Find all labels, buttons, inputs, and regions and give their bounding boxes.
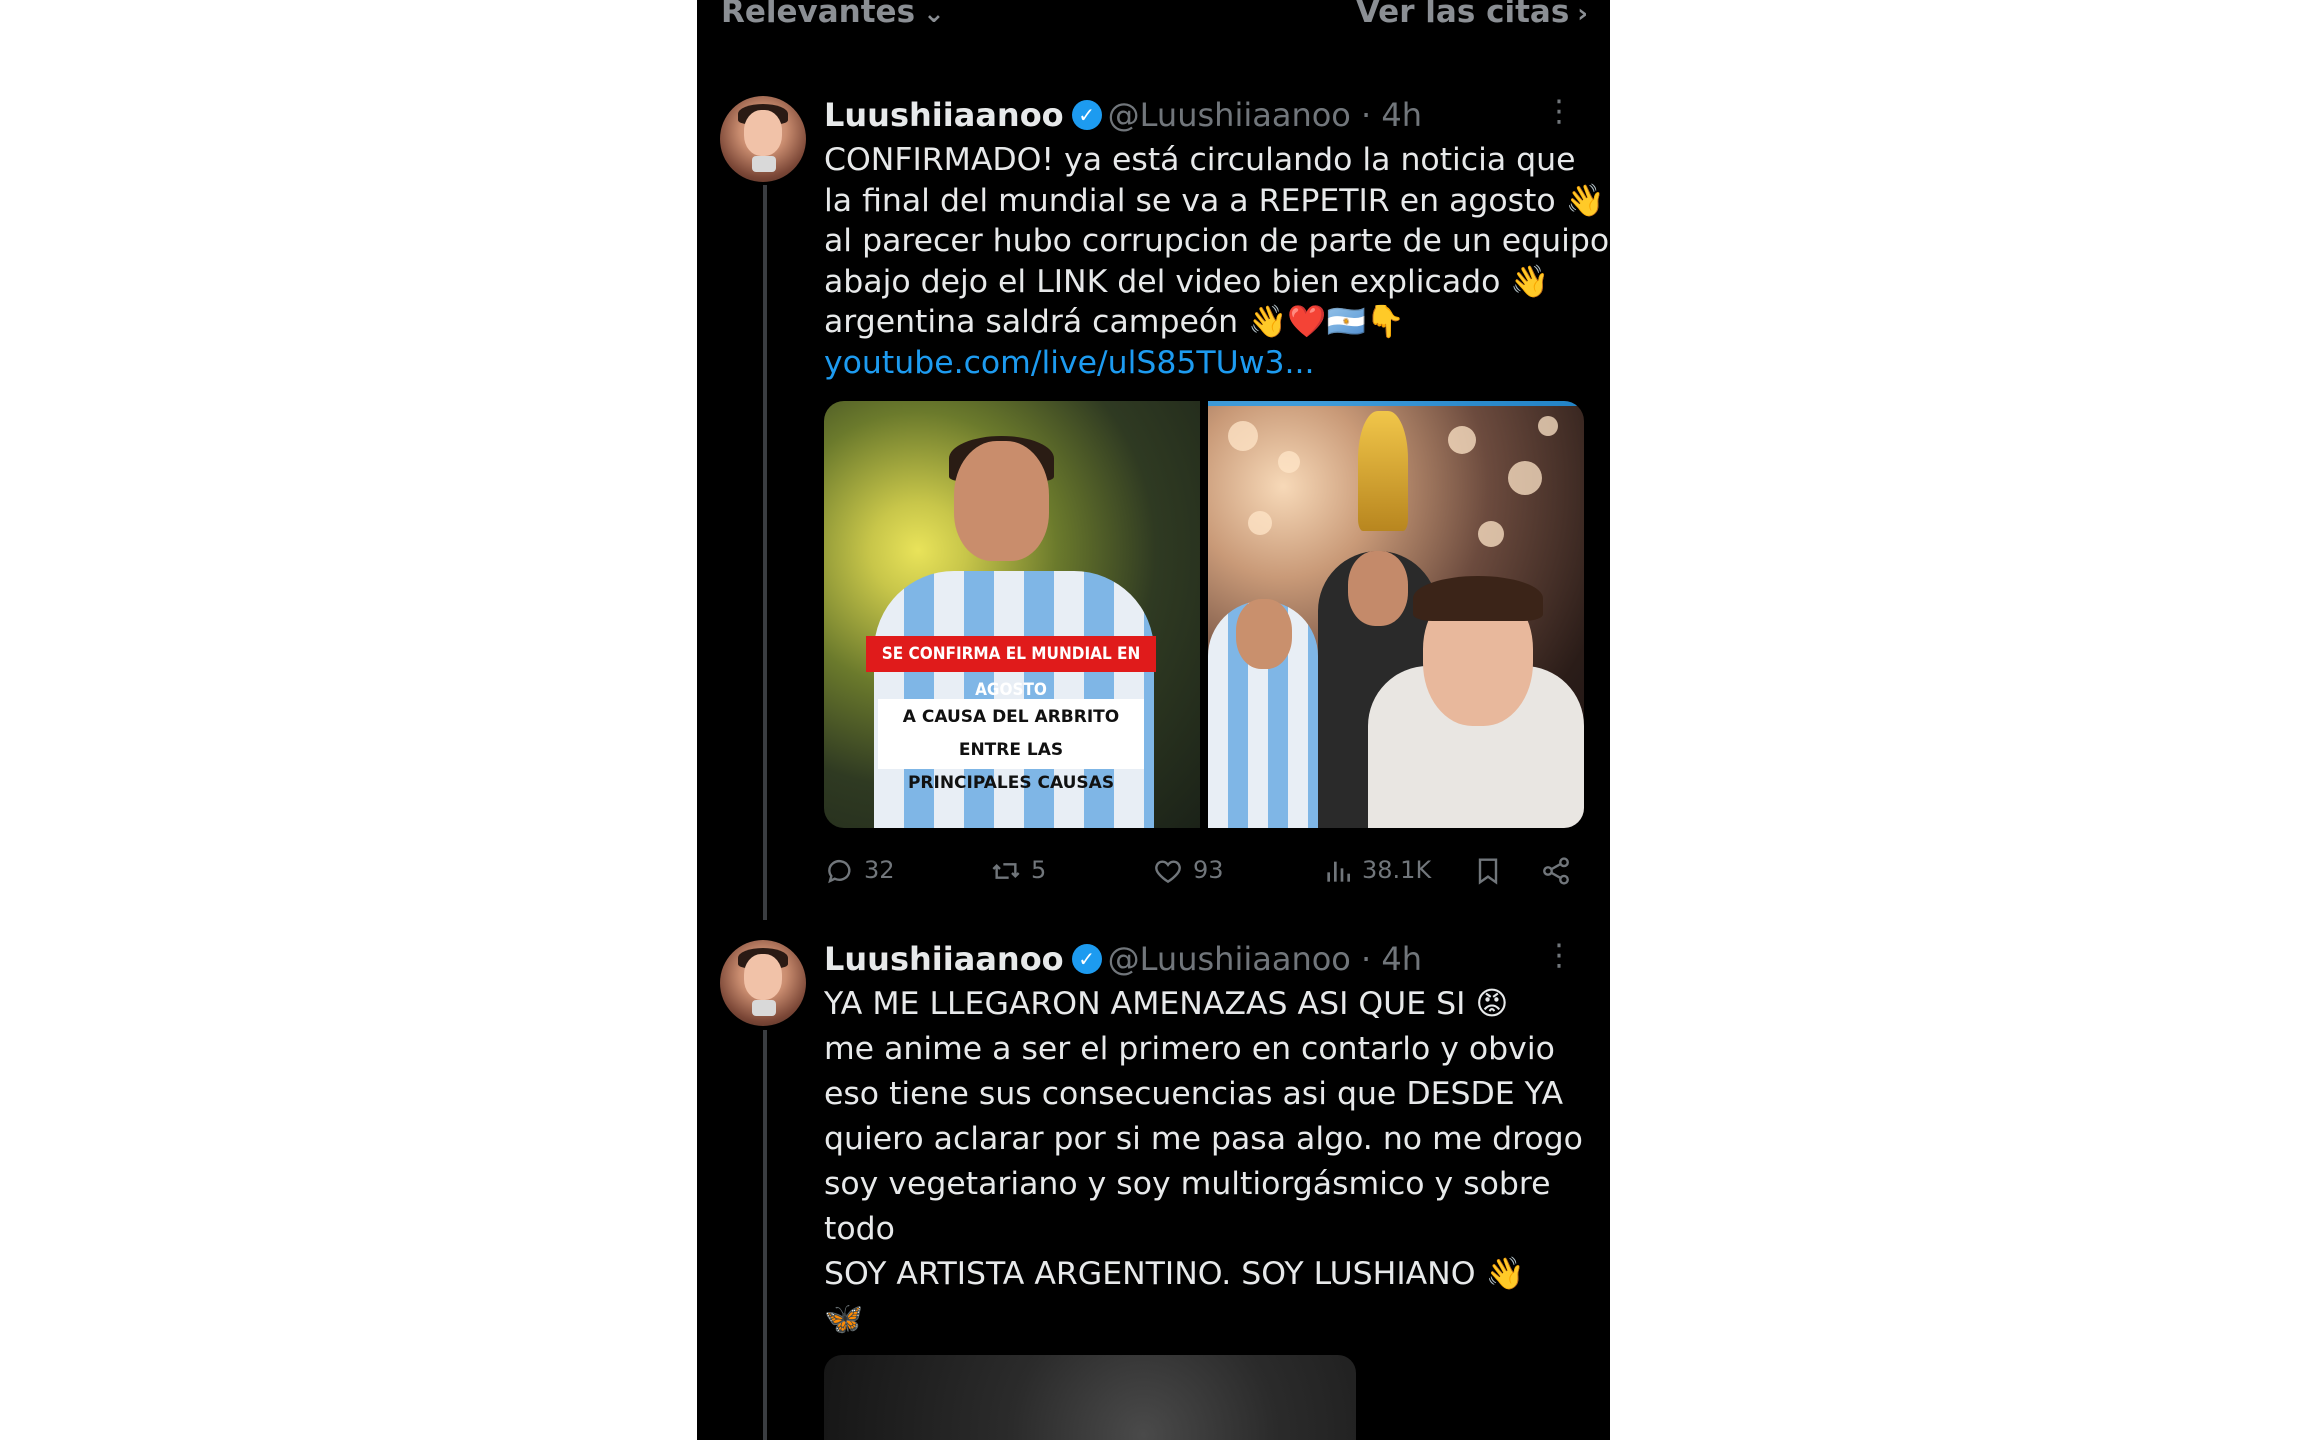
image-caption-line: A CAUSA DEL ARBRITO ENTRE LAS [902, 707, 1120, 760]
tweet-line: quiero aclarar por si me pasa algo. no m… [824, 1121, 1583, 1157]
image-banner-text: SE CONFIRMA EL MUNDIAL EN AGOSTO [866, 636, 1156, 700]
thread-line [763, 185, 767, 920]
tweet-media[interactable]: SE CONFIRMA EL MUNDIAL EN AGOSTO A CAUSA… [824, 401, 1584, 828]
bookmark-icon [1478, 858, 1498, 885]
like-count: 93 [1193, 856, 1224, 884]
repost-icon [992, 863, 1020, 879]
heart-icon [1155, 860, 1181, 884]
tweet-line: al parecer hubo corrupcion de parte de u… [824, 223, 1610, 259]
tweet-header: Luushiiaanoo ✓ @Luushiiaanoo · 4h [824, 940, 1422, 980]
verified-badge-icon: ✓ [1071, 100, 1102, 130]
more-options-icon[interactable]: ⋮ [1544, 94, 1574, 129]
views-button[interactable]: 38.1K [1322, 850, 1431, 890]
author-name[interactable]: Luushiiaanoo [824, 96, 1064, 134]
replies-header: Relevantes ⌄ Ver las citas › [697, 0, 1610, 40]
bookmark-button[interactable] [1472, 850, 1512, 890]
reply-icon [828, 859, 851, 884]
media-image-right[interactable] [1208, 401, 1584, 828]
sort-label: Relevantes [721, 0, 916, 30]
tweet-line: YA ME LLEGARON AMENAZAS ASI QUE SI 😡 [824, 986, 1509, 1022]
tweet-line: me anime a ser el primero en contarlo y … [824, 1031, 1555, 1067]
tweet-line: 🦋 [824, 1301, 864, 1337]
tweet-text: CONFIRMADO! ya está circulando la notici… [824, 140, 1610, 384]
tweet-line: abajo dejo el LINK del video bien explic… [824, 263, 1550, 300]
reply-button[interactable]: 32 [824, 850, 895, 890]
media-image-left[interactable]: SE CONFIRMA EL MUNDIAL EN AGOSTO A CAUSA… [824, 401, 1200, 828]
more-options-icon[interactable]: ⋮ [1544, 938, 1574, 973]
chevron-down-icon: ⌄ [923, 0, 945, 29]
reply-count: 32 [864, 856, 895, 884]
author-name[interactable]: Luushiiaanoo [824, 940, 1064, 978]
tweet-text: YA ME LLEGARON AMENAZAS ASI QUE SI 😡 me … [824, 982, 1594, 1342]
view-quotes-label: Ver las citas [1355, 0, 1570, 30]
chevron-right-icon: › [1577, 0, 1588, 29]
tweet-media[interactable] [824, 1355, 1356, 1440]
share-button[interactable] [1539, 850, 1581, 890]
like-button[interactable]: 93 [1151, 850, 1224, 890]
tweet-line: la final del mundial se va a REPETIR en … [824, 182, 1605, 219]
tweet-line: todo [824, 1211, 895, 1247]
avatar[interactable] [720, 940, 806, 1026]
share-icon [1543, 857, 1569, 885]
view-quotes-link[interactable]: Ver las citas › [1356, 0, 1588, 30]
tweet-actions: 32 5 93 38.1K [824, 850, 1584, 890]
timestamp[interactable]: 4h [1381, 96, 1422, 134]
tweet-line: soy vegetariano y soy multiorgásmico y s… [824, 1166, 1551, 1202]
author-handle[interactable]: @Luushiiaanoo [1108, 96, 1351, 134]
repost-button[interactable]: 5 [989, 850, 1046, 890]
tweet-line: eso tiene sus consecuencias asi que DESD… [824, 1076, 1563, 1112]
views-count: 38.1K [1362, 856, 1432, 884]
image-caption-line: PRINCIPALES CAUSAS [907, 773, 1115, 793]
repost-count: 5 [1031, 856, 1047, 884]
views-chart-icon [1327, 861, 1350, 882]
tweet-header: Luushiiaanoo ✓ @Luushiiaanoo · 4h [824, 96, 1422, 136]
tweet-line: argentina saldrá campeón 👋❤️🇦🇷👇 [824, 304, 1405, 340]
sort-dropdown[interactable]: Relevantes ⌄ [721, 0, 945, 30]
tweet-link[interactable]: youtube.com/live/ulS85TUw3... [824, 343, 1594, 384]
separator: · [1361, 940, 1372, 978]
tweet-line: CONFIRMADO! ya está circulando la notici… [824, 142, 1576, 178]
verified-badge-icon: ✓ [1071, 944, 1102, 974]
avatar[interactable] [720, 96, 806, 182]
thread-line [763, 1030, 767, 1440]
timestamp[interactable]: 4h [1381, 940, 1422, 978]
author-handle[interactable]: @Luushiiaanoo [1108, 940, 1351, 978]
phone-screen: Relevantes ⌄ Ver las citas › Luushiiaanoo ✓… [697, 0, 1610, 1440]
image-caption-box: A CAUSA DEL ARBRITO ENTRE LAS PRINCIPALE… [878, 699, 1144, 793]
tweet-line: SOY ARTISTA ARGENTINO. SOY LUSHIANO 👋 [824, 1256, 1525, 1292]
separator: · [1361, 96, 1372, 134]
